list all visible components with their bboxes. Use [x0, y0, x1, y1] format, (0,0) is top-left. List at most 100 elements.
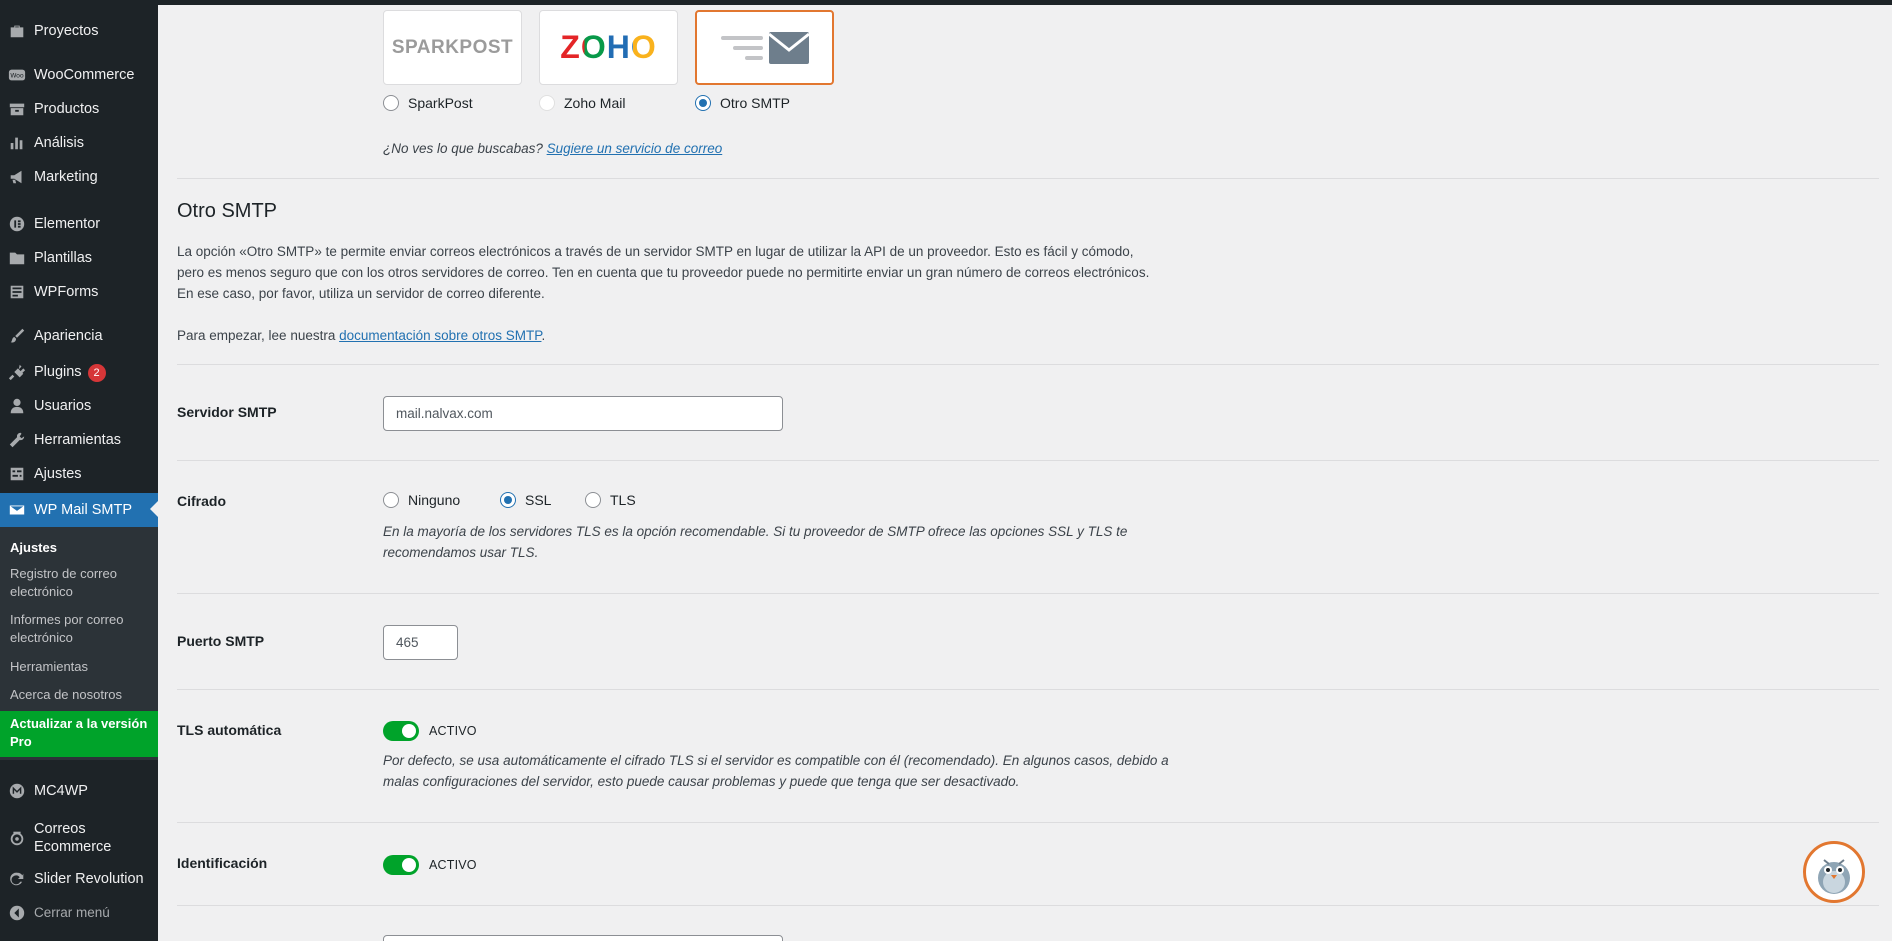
help-mascot-button[interactable] [1803, 841, 1865, 903]
sidebar-item-label: MC4WP [34, 783, 88, 799]
toggle-switch-on[interactable] [383, 855, 419, 875]
sidebar-item-correos-ecommerce[interactable]: Correos Ecommerce [0, 816, 158, 860]
sidebar-item-herramientas[interactable]: Herramientas [0, 425, 158, 455]
encryption-radio-none[interactable]: Ninguno [383, 492, 460, 508]
submenu-item-tools[interactable]: Herramientas [10, 658, 150, 676]
authentication-toggle[interactable]: ACTIVO [383, 855, 477, 875]
divider [177, 460, 1879, 461]
description-line: pero es menos seguro que con los otros s… [177, 265, 1150, 280]
upgrade-to-pro-link[interactable]: Actualizar a la versión Pro [0, 711, 158, 757]
sidebar-item-elementor[interactable]: Elementor [0, 209, 158, 239]
sidebar-item-analisis[interactable]: Análisis [0, 128, 158, 158]
smtp-host-input[interactable] [383, 396, 783, 431]
sidebar-item-woocommerce[interactable]: Woo WooCommerce [0, 60, 158, 90]
encryption-option-label: Ninguno [408, 492, 461, 508]
settings-main: SPARKPOST ZOHO SparkPost Zoho Mail Otro … [158, 5, 1892, 941]
smtp-username-input[interactable] [383, 935, 783, 941]
encryption-note: En la mayoría de los servidores TLS es l… [383, 521, 1127, 563]
sidebar-item-productos[interactable]: Productos [0, 94, 158, 124]
provider-label: SparkPost [408, 95, 473, 111]
auto-tls-toggle[interactable]: ACTIVO [383, 721, 477, 741]
mail-icon [0, 501, 34, 519]
plug-icon [0, 363, 34, 381]
sidebar-item-marketing[interactable]: Marketing [0, 162, 158, 192]
divider [177, 822, 1879, 823]
woocommerce-icon: Woo [0, 66, 34, 84]
sidebar-item-label: Slider Revolution [34, 871, 144, 887]
auto-tls-note: Por defecto, se usa automáticamente el c… [383, 750, 1169, 792]
provider-label: Zoho Mail [564, 95, 626, 111]
auto-tls-label: TLS automática [177, 722, 282, 738]
divider [177, 364, 1879, 365]
zoho-logo: ZOHO [560, 29, 657, 65]
description-line: La opción «Otro SMTP» te permite enviar … [177, 244, 1134, 259]
provider-radio-otro-smtp[interactable]: Otro SMTP [695, 95, 790, 111]
sparkpost-logo: SPARKPOST [391, 36, 514, 58]
radio-disabled [539, 95, 555, 111]
note-line: En la mayoría de los servidores TLS es l… [383, 524, 1128, 539]
toggle-state-label: ACTIVO [429, 858, 477, 872]
provider-radio-sparkpost[interactable]: SparkPost [383, 95, 473, 111]
sidebar-item-label: Elementor [34, 216, 101, 232]
sidebar-item-mc4wp[interactable]: MC4WP [0, 776, 158, 806]
archive-icon [0, 100, 34, 118]
encryption-label: Cifrado [177, 493, 226, 509]
sidebar-item-wpforms[interactable]: WPForms [0, 277, 158, 307]
sidebar-item-label: Usuarios [34, 398, 92, 414]
sidebar-item-plantillas[interactable]: Plantillas [0, 243, 158, 273]
sidebar-item-slider-revolution[interactable]: Slider Revolution [0, 864, 158, 894]
encryption-option-label: TLS [610, 492, 636, 508]
submenu-item-email-reports[interactable]: Informes por correo electrónico [10, 611, 150, 647]
note-line: Por defecto, se usa automáticamente el c… [383, 753, 1169, 768]
radio-checked [500, 492, 516, 508]
encryption-radio-tls[interactable]: TLS [585, 492, 636, 508]
provider-label: Otro SMTP [720, 95, 791, 111]
user-icon [0, 397, 34, 415]
description-line: En ese caso, por favor, utiliza un servi… [177, 286, 545, 301]
form-icon [0, 283, 34, 301]
sidebar-item-proyectos[interactable]: Proyectos [0, 16, 158, 46]
sidebar-item-label: Plantillas [34, 250, 93, 266]
submenu-item-about[interactable]: Acerca de nosotros [10, 686, 150, 704]
provider-logo-otro-smtp[interactable] [695, 10, 834, 85]
sidebar-item-wp-mail-smtp[interactable]: WP Mail SMTP [0, 493, 158, 527]
toggle-switch-on[interactable] [383, 721, 419, 741]
collapse-menu-button[interactable]: Cerrar menú [0, 898, 158, 928]
sidebar-item-label: Herramientas [34, 432, 122, 448]
sidebar-item-label: Análisis [34, 135, 84, 151]
smtp-envelope-icon [720, 31, 810, 64]
note-line: malas configuraciones del servidor, esto… [383, 774, 1020, 789]
submenu-item-email-log[interactable]: Registro de correo electrónico [10, 565, 150, 601]
briefcase-icon [0, 22, 34, 40]
sidebar-item-label: Ajustes [34, 466, 82, 482]
suggest-mailer-link[interactable]: Sugiere un servicio de correo [547, 141, 723, 156]
refresh-icon [0, 870, 34, 888]
docs-suffix: . [541, 328, 546, 343]
section-description: La opción «Otro SMTP» te permite enviar … [177, 241, 1207, 304]
radio-unchecked [585, 492, 601, 508]
smtp-port-label: Puerto SMTP [177, 633, 265, 649]
submenu-item-ajustes[interactable]: Ajustes [10, 539, 150, 557]
sidebar-item-label: Marketing [34, 169, 98, 185]
settings-icon [0, 465, 34, 483]
sidebar-item-ajustes[interactable]: Ajustes [0, 459, 158, 489]
authentication-label: Identificación [177, 855, 268, 871]
provider-logo-sparkpost[interactable]: SPARKPOST [383, 10, 522, 85]
provider-logo-zoho[interactable]: ZOHO [539, 10, 678, 85]
encryption-radio-ssl[interactable]: SSL [500, 492, 551, 508]
radio-unchecked [383, 492, 399, 508]
sidebar-item-label: Correos Ecommerce [34, 821, 112, 855]
sidebar-item-usuarios[interactable]: Usuarios [0, 391, 158, 421]
smtp-port-input[interactable] [383, 625, 458, 660]
paintbrush-icon [0, 327, 34, 345]
sidebar-item-label: WooCommerce [34, 67, 135, 83]
divider [177, 689, 1879, 690]
sidebar-item-plugins[interactable]: Plugins 2 [0, 357, 158, 387]
section-title: Otro SMTP [177, 200, 278, 222]
docs-link[interactable]: documentación sobre otros SMTP [339, 328, 541, 343]
provider-radio-zoho[interactable]: Zoho Mail [539, 95, 625, 111]
collapse-arrow-icon [0, 904, 34, 922]
wrench-icon [0, 431, 34, 449]
post-horn-icon [0, 829, 34, 847]
sidebar-item-apariencia[interactable]: Apariencia [0, 321, 158, 351]
